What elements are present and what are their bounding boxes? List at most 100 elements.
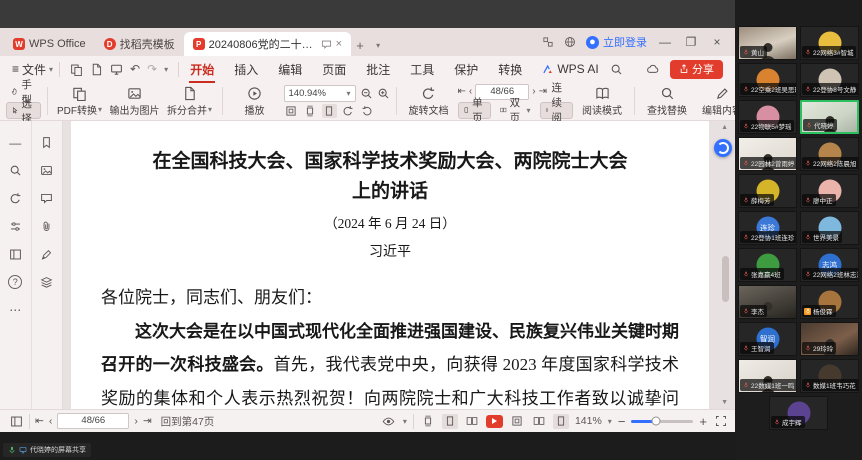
first-page-icon[interactable]: ⇤ [458,86,466,97]
participant-tile[interactable]: 成宇辉 [769,396,828,430]
zoom-in-icon[interactable] [377,87,390,100]
fit-page-icon[interactable] [284,104,299,118]
menu-protect[interactable]: 保护 [445,58,487,81]
actual-size-icon[interactable] [553,414,569,429]
prev-page-icon[interactable]: ‹ [49,415,53,427]
zoom-slider-knob[interactable] [652,417,661,426]
ai-assistant-badge[interactable] [714,139,732,157]
page-number-input[interactable]: 48/66 [57,413,129,429]
pdf-page[interactable]: 在全国科技大会、国家科学技术奖励大会、两院院士大会 上的讲话 （2024 年 6… [71,121,709,409]
search-icon[interactable] [610,63,623,76]
scroll-up-icon[interactable]: ▲ [721,124,728,131]
next-page-icon[interactable]: › [532,86,535,97]
help-icon[interactable]: ? [8,275,22,289]
zoom-in-button[interactable]: + [699,414,707,429]
select-tool-button[interactable]: 选择 [6,102,41,119]
continuous-read-button[interactable]: 连续阅读 [540,102,574,119]
eye-mode-icon[interactable] [381,414,397,429]
restore-button[interactable]: ❐ [683,35,699,49]
double-page-button[interactable]: 双页▾ [495,102,536,119]
cloud-sync-icon[interactable] [645,63,660,76]
file-menu[interactable]: ≡ 文件 ▾ [8,61,57,78]
rotate-left-icon[interactable] [341,104,356,118]
participant-tile[interactable]: 22数媒1班一鸣 [738,359,797,393]
layout-panel-icon[interactable] [8,247,23,262]
print-icon[interactable] [110,63,123,76]
split-merge-button[interactable]: 拆分合并▾ [164,85,216,118]
bookmark-panel-icon[interactable] [39,135,54,150]
tab-comment-icon[interactable] [321,39,332,50]
play-button[interactable]: 播放 [229,85,281,118]
participant-tile[interactable]: 数媒1班韦巧花 [800,359,859,393]
participant-tile[interactable]: 薛梅芳 [738,174,797,208]
attachment-panel-icon[interactable] [39,219,54,234]
translate-tool-icon[interactable] [8,191,23,206]
zoom-slider[interactable] [631,420,693,423]
tab-wps-home[interactable]: W WPS Office [4,32,95,56]
single-page-button[interactable]: 单页 [458,102,492,119]
new-tab-button[interactable]: + [351,34,369,56]
menu-comment[interactable]: 批注 [357,58,399,81]
fit-width-icon[interactable] [531,414,547,429]
menu-wps-ai[interactable]: WPS AI [533,59,607,79]
collapse-panel-icon[interactable]: — [8,135,23,150]
double-page-view-icon[interactable] [464,414,480,429]
chevron-down-icon[interactable]: ▾ [608,417,612,426]
participant-tile[interactable]: 智润 王智润 [738,322,797,356]
vertical-scrollbar[interactable]: ▲ ▼ [709,121,737,409]
read-mode-button[interactable]: 阅读模式 [576,85,628,118]
participant-tile-active-speaker[interactable]: 代晓婷 [800,100,859,134]
comment-panel-icon[interactable] [39,191,54,206]
zoom-value-box[interactable]: 140.94%▾ [284,85,356,102]
last-page-icon[interactable]: ⇥ [539,86,547,97]
single-page-view-icon[interactable] [442,414,458,429]
back-to-page-link[interactable]: 回到第47页 [161,414,215,429]
participant-tile[interactable]: 22园林2曾雨婷 [738,137,797,171]
participant-tile[interactable]: 22登协8号文静 [800,63,859,97]
participant-tile[interactable]: 廖中正 [800,174,859,208]
participant-tile[interactable]: 22网络3#智城 [800,26,859,60]
participant-tile[interactable]: 22空乘2班吴思琪 [738,63,797,97]
autoplay-button[interactable] [486,415,503,428]
tab-list-dropdown[interactable]: ▾ [369,34,387,56]
tab-document-active[interactable]: P 20240806党的二十届三中全 × [184,32,351,56]
menu-insert[interactable]: 插入 [225,58,267,81]
redo-icon[interactable]: ↷ [147,62,157,76]
participant-tile[interactable]: 杨俊霖 [800,285,859,319]
zoom-out-icon[interactable] [360,87,373,100]
zoom-percent[interactable]: 141% [575,415,602,427]
last-page-icon[interactable]: ⇥ [143,415,152,427]
sidebar-toggle-icon[interactable] [8,414,24,429]
workspace-grid-icon[interactable] [542,36,554,48]
tab-template[interactable]: D 找稻壳模板 [95,32,184,56]
export-image-button[interactable]: 输出为图片 [109,85,161,118]
participant-tile[interactable]: 29玲玲 [800,322,859,356]
fit-page-icon[interactable] [509,414,525,429]
scrollbar-thumb[interactable] [722,256,729,302]
zoom-out-button[interactable]: − [618,414,626,429]
tab-close-icon[interactable]: × [336,38,342,50]
thumbnail-panel-icon[interactable] [39,163,54,178]
globe-icon[interactable] [564,36,576,48]
login-button[interactable]: ● 立即登录 [586,34,647,50]
participant-tile[interactable]: 黄山 [738,26,797,60]
chevron-down-icon[interactable]: ▾ [164,65,168,74]
close-button[interactable]: × [709,35,725,49]
rotate-right-icon[interactable] [360,104,375,118]
more-tools-icon[interactable]: ⋯ [8,302,23,317]
undo-icon[interactable]: ↶ [130,62,140,76]
minimize-button[interactable]: — [657,35,673,49]
screen-share-indicator[interactable]: 代晓婷的屏幕共享 [3,443,91,457]
participant-tile[interactable]: 22物联5#梦瑶 [738,100,797,134]
participant-tile[interactable]: 连珍 22登协1班连珍 [738,211,797,245]
fit-width-icon[interactable] [303,104,318,118]
participant-tile[interactable]: 志鸿 22网络2班林志鸿 [800,248,859,282]
actual-size-icon[interactable] [322,104,337,118]
annotate-pen-icon[interactable] [39,247,54,262]
layers-panel-icon[interactable] [39,275,54,290]
participant-tile[interactable]: 22网络2陈晨旭 [800,137,859,171]
menu-edit[interactable]: 编辑 [269,58,311,81]
menu-tools[interactable]: 工具 [401,58,443,81]
next-page-icon[interactable]: › [134,415,138,427]
chevron-down-icon[interactable]: ▾ [403,417,407,426]
